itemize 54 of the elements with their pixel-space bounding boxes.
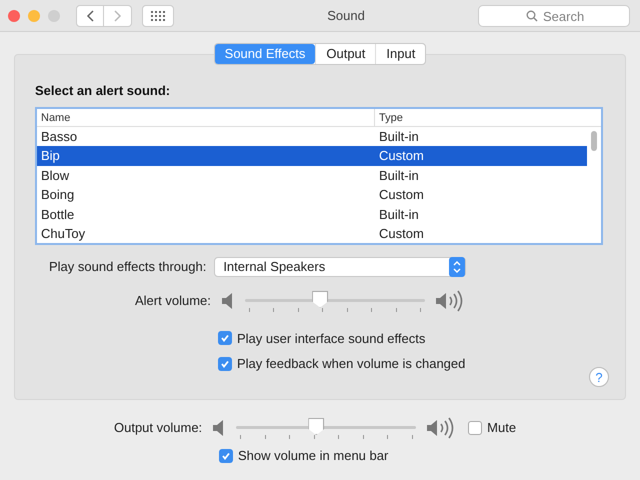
checkbox-label: Mute xyxy=(487,419,516,438)
table-row[interactable]: Basso Built-in xyxy=(37,126,587,146)
stepper-icon xyxy=(449,256,466,276)
checkbox-label: Show volume in menu bar xyxy=(238,447,388,465)
close-icon[interactable] xyxy=(8,10,20,22)
table-cell-text: Built-in xyxy=(378,128,419,146)
column-header[interactable]: Type xyxy=(375,108,403,126)
checkmark-icon xyxy=(220,358,230,369)
volume-slider[interactable] xyxy=(244,288,425,312)
search-field[interactable]: Search xyxy=(478,5,630,27)
table-cell-text: Custom xyxy=(378,147,424,165)
output-volume-label: Output volume: xyxy=(114,419,202,438)
window-title: Sound xyxy=(326,6,366,25)
table-cell-text: Bip xyxy=(40,147,61,165)
slider-thumb[interactable] xyxy=(308,418,324,435)
checkbox[interactable] xyxy=(218,356,232,371)
table-row[interactable]: Bip Custom xyxy=(37,146,587,166)
scrollbar[interactable] xyxy=(591,130,597,150)
minimize-icon[interactable] xyxy=(28,10,40,22)
table-row[interactable]: Boing Custom xyxy=(37,185,587,204)
checkbox[interactable] xyxy=(219,448,233,463)
checkbox[interactable] xyxy=(468,421,482,435)
table-cell-text: Boing xyxy=(40,186,76,204)
chevron-left-icon xyxy=(86,10,94,22)
search-icon xyxy=(526,10,538,22)
checkbox-label: Play user interface sound effects xyxy=(237,330,426,348)
table-row[interactable]: Blow Built-in xyxy=(37,166,587,185)
checkmark-icon xyxy=(221,450,231,461)
grid-icon xyxy=(151,10,165,20)
volume-slider[interactable] xyxy=(236,416,416,440)
chevron-right-icon xyxy=(114,10,122,22)
show-all-button[interactable] xyxy=(142,4,174,26)
checkbox[interactable] xyxy=(218,331,232,346)
play-through-label: Play sound effects through: xyxy=(49,258,206,276)
section-heading: Select an alert sound: xyxy=(35,82,172,100)
checkbox-label: Play feedback when volume is changed xyxy=(237,355,466,373)
table-cell-text: Blow xyxy=(40,166,70,184)
column-header[interactable]: Name xyxy=(37,108,375,126)
output-device-dropdown[interactable]: Internal Speakers xyxy=(214,256,466,276)
table-cell-text: Custom xyxy=(378,225,424,242)
back-button[interactable] xyxy=(76,4,104,26)
table-cell-text: Built-in xyxy=(378,206,419,224)
tab[interactable]: Output xyxy=(315,44,376,64)
table-cell-text: Built-in xyxy=(378,166,419,184)
table-cell-text: Custom xyxy=(378,186,424,204)
slider-thumb[interactable] xyxy=(312,290,328,308)
table-cell-text: Bottle xyxy=(40,206,76,224)
tab[interactable]: Input xyxy=(375,44,426,64)
alert-volume-label: Alert volume: xyxy=(135,292,211,310)
table-row[interactable]: ChuToy Custom xyxy=(37,224,587,242)
table-cell-text: Basso xyxy=(40,128,78,146)
table-row[interactable]: Bottle Built-in xyxy=(37,204,587,224)
checkmark-icon xyxy=(220,333,230,344)
table-cell-text: ChuToy xyxy=(40,225,86,242)
